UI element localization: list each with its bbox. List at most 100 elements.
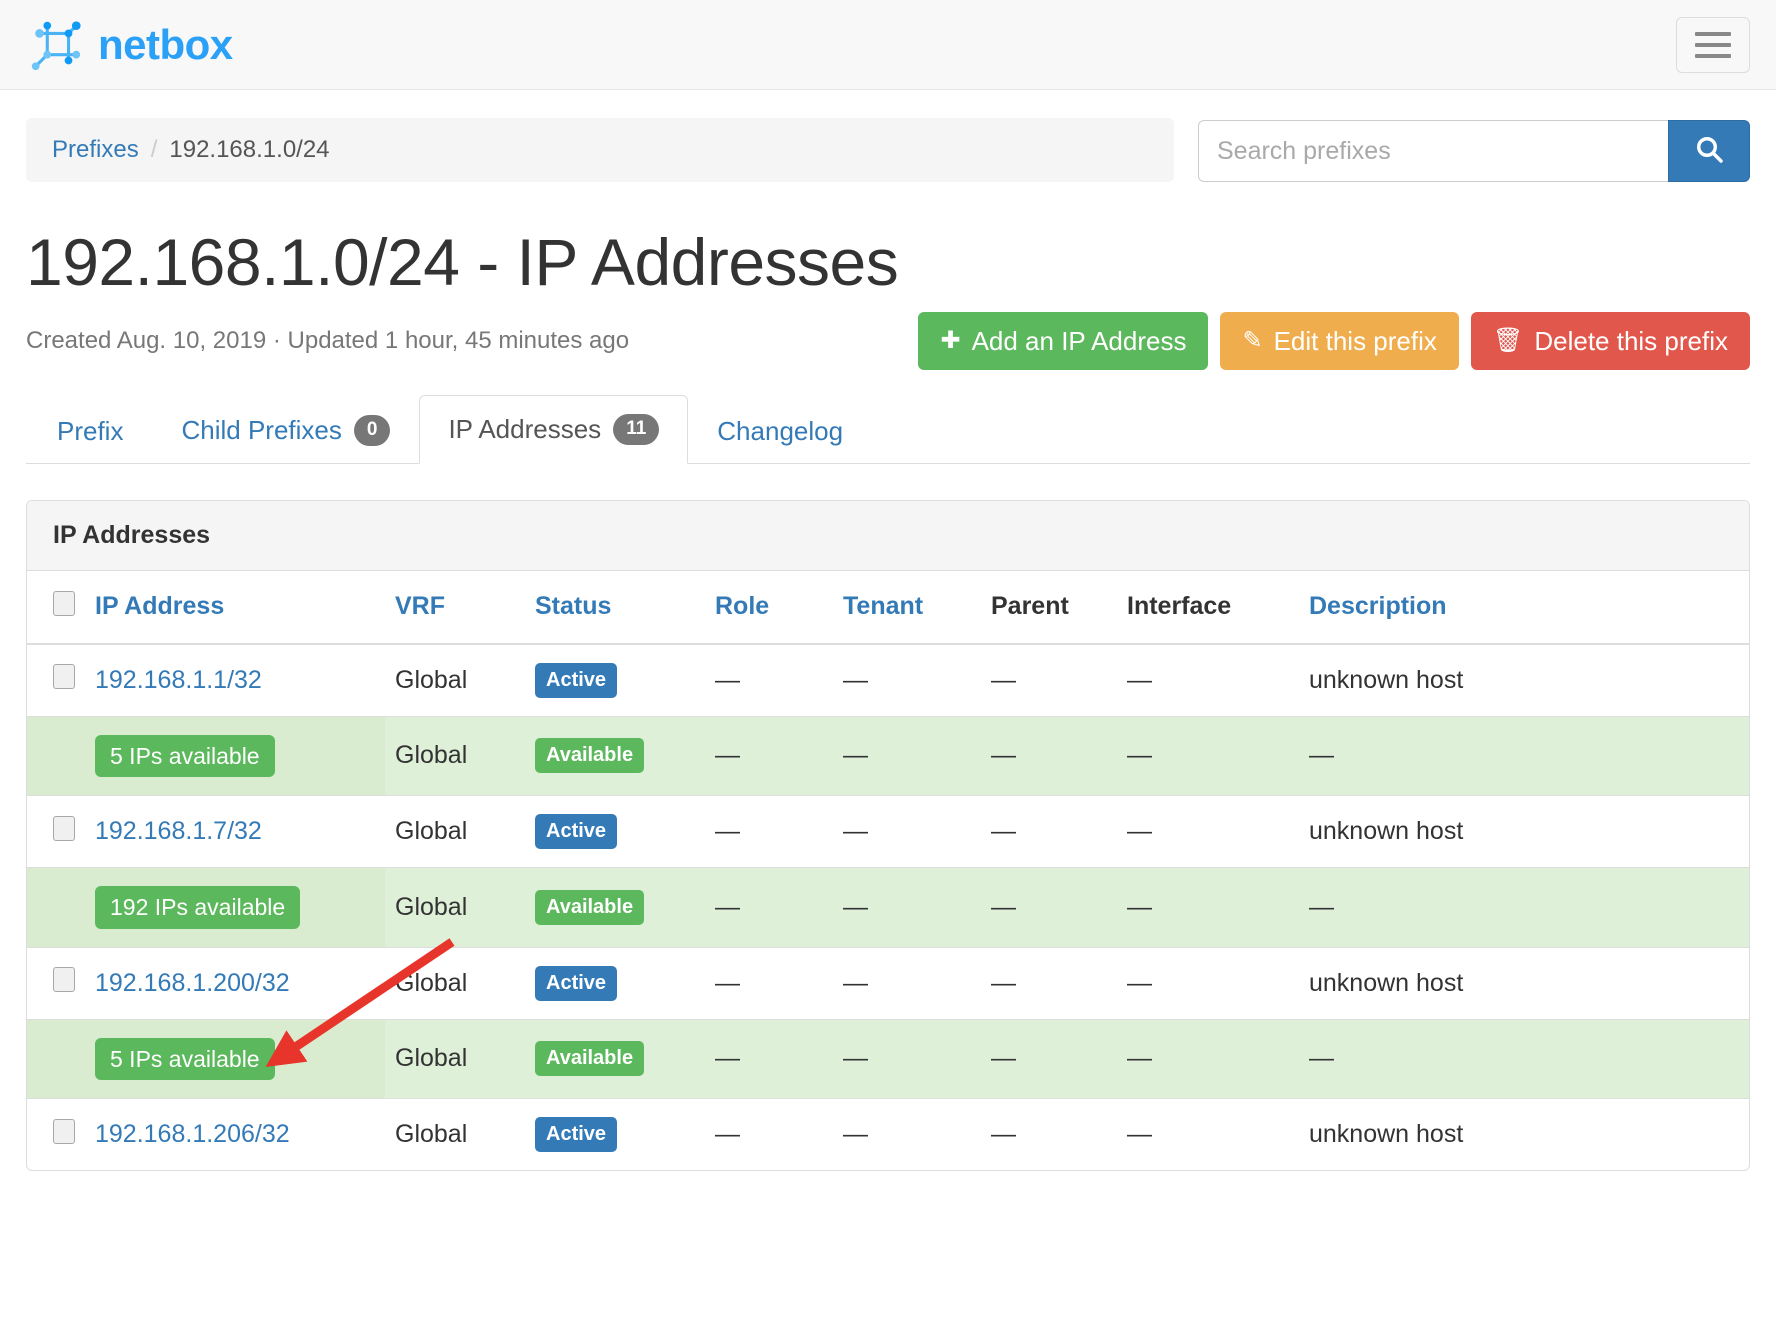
hamburger-bar (1695, 31, 1731, 36)
table-row: 192.168.1.200/32 Global Active — — — — unknown … (27, 946, 1749, 1020)
status-badge: Available (535, 889, 645, 925)
available-ips-link[interactable]: 192 IPs available (95, 886, 301, 929)
table-row: 192.168.1.206/32 Global Active — — — — unknown … (27, 1098, 1749, 1171)
interface-cell: — (1117, 1098, 1299, 1171)
parent-cell: — (981, 795, 1117, 868)
status-badge: Active (535, 662, 618, 698)
column-header-tenant[interactable]: Tenant (833, 570, 981, 645)
role-cell: — (705, 1018, 833, 1099)
parent-cell: — (981, 1098, 1117, 1171)
table-row: 192 IPs available Global Available — — — — — (27, 867, 1749, 948)
add-ip-address-button[interactable]: ✚ Add an IP Address (918, 312, 1209, 370)
row-select-cell (27, 795, 85, 868)
vrf-cell: Global (385, 715, 525, 796)
status-cell: Active (525, 795, 705, 868)
tenant-cell: — (833, 643, 981, 717)
description-cell: — (1299, 867, 1749, 948)
ip-address-cell: 192.168.1.206/32 (85, 1098, 385, 1171)
table-header: IP Address VRF Status Role Tenant Parent… (27, 570, 1749, 645)
tab-child-prefixes-label: Child Prefixes (181, 415, 342, 446)
interface-cell: — (1117, 946, 1299, 1020)
search-icon (1693, 133, 1725, 170)
row-checkbox[interactable] (53, 664, 75, 690)
tenant-cell: — (833, 1098, 981, 1171)
ip-address-link[interactable]: 192.168.1.7/32 (95, 817, 262, 845)
search-input[interactable] (1198, 120, 1668, 182)
ip-address-cell: 192.168.1.7/32 (85, 795, 385, 868)
search-button[interactable] (1668, 120, 1750, 182)
search-form (1198, 120, 1750, 182)
table-row: 192.168.1.7/32 Global Active — — — — unknown ho… (27, 795, 1749, 868)
table-body: 192.168.1.1/32 Global Active — — — — unknown ho… (27, 643, 1749, 1171)
interface-cell: — (1117, 867, 1299, 948)
status-cell: Available (525, 1018, 705, 1099)
tab-child-prefixes[interactable]: Child Prefixes 0 (152, 396, 419, 464)
status-cell: Active (525, 946, 705, 1020)
column-header-description[interactable]: Description (1299, 570, 1749, 645)
tab-child-prefixes-badge: 0 (353, 414, 391, 446)
breadcrumb: Prefixes / 192.168.1.0/24 (26, 118, 1174, 183)
tenant-cell: — (833, 715, 981, 796)
hamburger-icon[interactable] (1676, 16, 1750, 73)
ip-addresses-table: IP Address VRF Status Role Tenant Parent… (27, 570, 1749, 1171)
brand-name: netbox (98, 20, 233, 68)
row-select-cell (27, 715, 85, 796)
vrf-cell: Global (385, 795, 525, 868)
tab-changelog[interactable]: Changelog (688, 398, 872, 464)
column-header-select-all[interactable] (27, 570, 85, 645)
status-cell: Active (525, 643, 705, 717)
ip-address-link[interactable]: 192.168.1.1/32 (95, 666, 262, 694)
available-ips-link[interactable]: 5 IPs available (95, 734, 275, 778)
row-checkbox[interactable] (53, 815, 75, 841)
available-ips-link[interactable]: 5 IPs available (95, 1037, 275, 1081)
vrf-cell: Global (385, 1018, 525, 1099)
tenant-cell: — (833, 867, 981, 948)
table-row: 5 IPs available Global Available — — — — — (27, 715, 1749, 796)
interface-cell: — (1117, 643, 1299, 717)
description-cell: unknown host (1299, 643, 1749, 717)
breadcrumb-parent-link[interactable]: Prefixes (52, 136, 139, 163)
top-navbar: netbox (0, 0, 1776, 90)
brand-link[interactable]: netbox (26, 16, 233, 74)
tab-prefix[interactable]: Prefix (28, 398, 152, 464)
role-cell: — (705, 795, 833, 868)
status-cell: Available (525, 715, 705, 796)
edit-prefix-button[interactable]: ✎ Edit this prefix (1220, 312, 1459, 370)
tab-changelog-label: Changelog (717, 416, 844, 447)
panel-heading: IP Addresses (27, 500, 1749, 571)
row-checkbox[interactable] (53, 967, 75, 993)
column-header-role[interactable]: Role (705, 570, 833, 645)
table-header-row: IP Address VRF Status Role Tenant Parent… (27, 570, 1749, 645)
role-cell: — (705, 715, 833, 796)
parent-cell: — (981, 867, 1117, 948)
breadcrumb-current: 192.168.1.0/24 (169, 136, 330, 163)
tab-ip-addresses[interactable]: IP Addresses 11 (419, 394, 689, 464)
status-badge: Active (535, 1117, 618, 1153)
table-row: 192.168.1.1/32 Global Active — — — — unknown ho… (27, 643, 1749, 717)
column-header-vrf[interactable]: VRF (385, 570, 525, 645)
column-header-status[interactable]: Status (525, 570, 705, 645)
description-cell: unknown host (1299, 946, 1749, 1020)
ip-address-link[interactable]: 192.168.1.200/32 (95, 969, 290, 997)
edit-prefix-label: Edit this prefix (1273, 325, 1437, 356)
page-title: 192.168.1.0/24 - IP Addresses (26, 225, 899, 300)
delete-prefix-button[interactable]: 🗑 Delete this prefix (1470, 312, 1750, 370)
tenant-cell: — (833, 946, 981, 1020)
tenant-cell: — (833, 795, 981, 868)
parent-cell: — (981, 1018, 1117, 1099)
ip-address-link[interactable]: 192.168.1.206/32 (95, 1120, 290, 1148)
description-cell: unknown host (1299, 1098, 1749, 1171)
subheader: Prefixes / 192.168.1.0/24 (26, 90, 1750, 183)
status-cell: Available (525, 867, 705, 948)
status-badge: Active (535, 965, 618, 1001)
plus-icon: ✚ (940, 327, 961, 354)
row-checkbox[interactable] (53, 1118, 75, 1144)
tab-ip-addresses-label: IP Addresses (448, 414, 602, 445)
tab-ip-addresses-badge: 11 (613, 413, 660, 445)
parent-cell: — (981, 643, 1117, 717)
status-badge: Active (535, 814, 618, 850)
select-all-checkbox[interactable] (53, 590, 75, 616)
breadcrumb-separator: / (150, 136, 158, 163)
row-select-cell (27, 1098, 85, 1171)
column-header-ip-address[interactable]: IP Address (85, 570, 385, 645)
